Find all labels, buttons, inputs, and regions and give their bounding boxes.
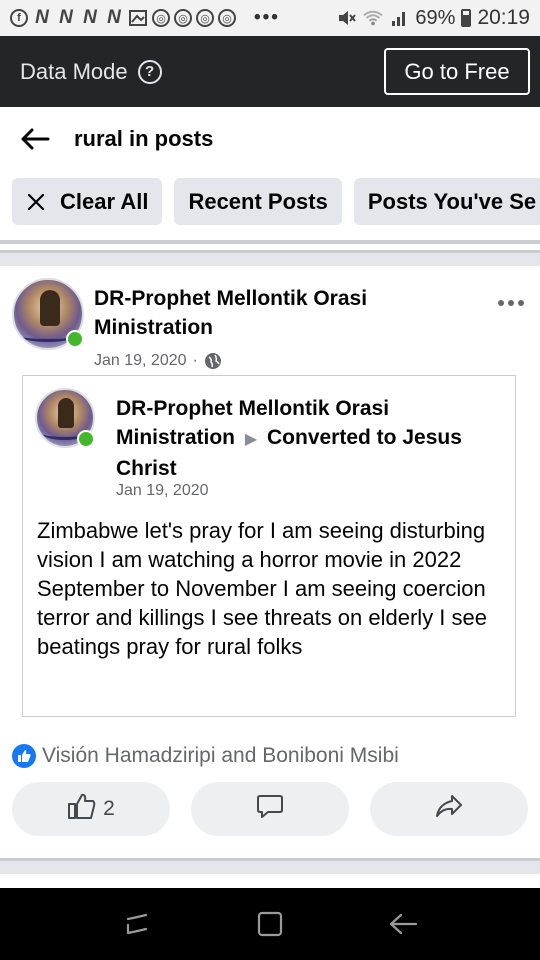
reactions-summary[interactable]: Visión Hamadziripi and Boniboni Msibi: [12, 744, 399, 768]
divider: [0, 250, 540, 266]
comment-icon: [256, 792, 284, 826]
close-icon: [26, 192, 46, 212]
post-card: DR-Prophet Mellontik Orasi Ministration …: [0, 266, 540, 858]
recent-posts-chip[interactable]: Recent Posts: [174, 178, 342, 225]
filter-chips: Clear All Recent Posts Posts You've Se: [12, 178, 540, 226]
like-reaction-icon: [12, 744, 36, 768]
search-query[interactable]: rural in posts: [74, 126, 213, 152]
data-mode-label: Data Mode: [20, 58, 128, 84]
wifi-icon: [363, 8, 384, 28]
signal-icon: [389, 8, 409, 28]
divider: [0, 858, 540, 874]
arrow-right-icon: ▶: [244, 431, 258, 448]
search-header: rural in posts: [0, 107, 540, 171]
like-button[interactable]: 2: [12, 782, 170, 836]
notification-n-icon: N: [83, 7, 97, 28]
share-button[interactable]: [370, 782, 528, 836]
notification-icons: f N N N N ◎ ◎ ◎ ◎ •••: [10, 7, 280, 29]
post-date[interactable]: Jan 19, 2020: [94, 352, 187, 370]
help-icon[interactable]: ?: [137, 59, 162, 84]
post-author[interactable]: DR-Prophet Mellontik Orasi Ministration: [94, 284, 424, 342]
status-bar: f N N N N ◎ ◎ ◎ ◎ ••• 69% 20:19: [0, 0, 540, 36]
facebook-notification-icon: f: [10, 9, 28, 27]
back-button[interactable]: [383, 904, 423, 944]
avatar-figure: [40, 290, 60, 326]
data-mode-title[interactable]: Data Mode ?: [20, 59, 162, 85]
system-status: 69% 20:19: [337, 6, 530, 30]
system-nav-bar: [0, 888, 540, 960]
more-notifications-icon: •••: [254, 7, 280, 28]
post-meta: Jan 19, 2020 ·: [94, 352, 222, 370]
clock: 20:19: [477, 6, 530, 29]
post-actions: 2: [12, 782, 528, 836]
chrome-notification-icon: ◎: [196, 9, 214, 27]
meta-separator: ·: [192, 352, 198, 369]
chrome-notification-icon: ◎: [174, 9, 192, 27]
notification-n-icon: N: [59, 7, 73, 28]
clear-all-chip[interactable]: Clear All: [12, 178, 163, 225]
online-status-badge: [66, 330, 84, 348]
thumbs-up-icon: [67, 792, 97, 826]
chrome-notification-icon: ◎: [152, 9, 170, 27]
battery-percent: 69%: [415, 6, 456, 29]
post-text: Zimbabwe let's pray for I am seeing dist…: [37, 518, 488, 659]
online-status-badge: [77, 430, 95, 448]
globe-icon: [204, 352, 222, 370]
data-mode-bar: Data Mode ? Go to Free: [0, 36, 540, 107]
more-options-icon[interactable]: [498, 300, 524, 306]
post-header: DR-Prophet Mellontik Orasi Ministration …: [12, 278, 528, 370]
clear-all-label: Clear All: [60, 188, 149, 214]
shared-post-title: DR-Prophet Mellontik Orasi Ministration …: [116, 394, 506, 483]
next-post-edge: [0, 874, 540, 888]
like-count: 2: [103, 797, 115, 820]
divider: [0, 240, 540, 244]
mute-icon: [337, 8, 357, 28]
avatar-figure: [58, 398, 74, 428]
battery-icon: [461, 9, 472, 27]
reactions-names: Visión Hamadziripi and Boniboni Msibi: [42, 744, 399, 767]
gallery-notification-icon: [128, 8, 148, 28]
recent-posts-label: Recent Posts: [188, 188, 328, 214]
notification-n-icon: N: [35, 7, 49, 28]
home-button[interactable]: [250, 904, 290, 944]
shared-post[interactable]: DR-Prophet Mellontik Orasi Ministration …: [22, 375, 516, 717]
chrome-notification-icon: ◎: [218, 9, 236, 27]
back-arrow-icon[interactable]: [20, 123, 52, 155]
recent-apps-button[interactable]: [117, 904, 157, 944]
comment-button[interactable]: [191, 782, 349, 836]
share-icon: [435, 793, 463, 825]
notification-n-icon: N: [107, 7, 121, 28]
go-to-free-button[interactable]: Go to Free: [384, 48, 530, 95]
posts-seen-label: Posts You've Se: [367, 188, 537, 214]
posts-seen-chip[interactable]: Posts You've Se: [353, 178, 540, 225]
shared-post-date[interactable]: Jan 19, 2020: [116, 482, 209, 500]
